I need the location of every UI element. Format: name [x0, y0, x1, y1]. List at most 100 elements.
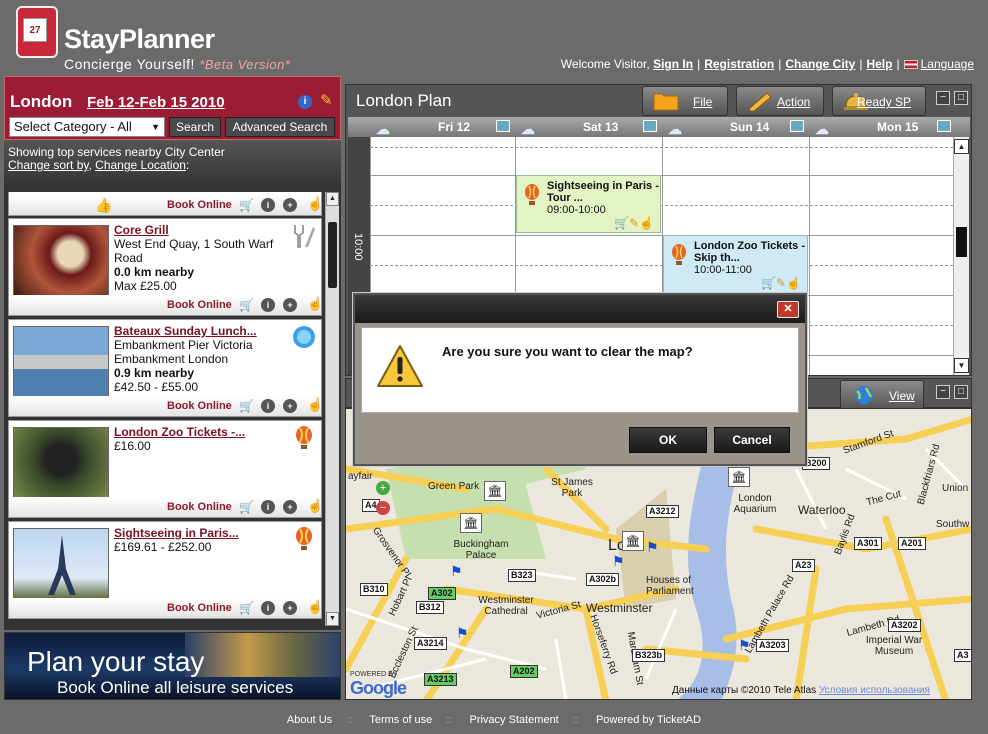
image-icon[interactable]: [937, 120, 951, 132]
add-icon[interactable]: +: [283, 198, 297, 212]
info-icon[interactable]: i: [261, 298, 275, 312]
museum-marker-icon[interactable]: 🏛: [728, 467, 750, 487]
powered-by-link[interactable]: Powered by TicketAD: [596, 714, 701, 726]
hand-pointer-icon[interactable]: ☝: [786, 276, 801, 290]
calendar-scrollbar[interactable]: ▲ ▼: [953, 137, 969, 375]
add-icon[interactable]: +: [283, 601, 297, 615]
listing-scrollbar[interactable]: ▲ ▼: [325, 192, 339, 626]
city-dates-link[interactable]: Feb 12-Feb 15 2010: [87, 94, 225, 111]
zoom-out-icon[interactable]: −: [376, 501, 390, 515]
maximize-icon[interactable]: □: [954, 91, 968, 105]
cart-icon[interactable]: 🛒: [761, 276, 776, 290]
change-city-link[interactable]: Change City: [785, 57, 855, 71]
eiffel-thumbnail[interactable]: [13, 528, 109, 600]
image-icon[interactable]: [496, 120, 510, 132]
flag-marker-icon[interactable]: ⚑: [456, 625, 469, 642]
minimize-icon[interactable]: −: [936, 91, 950, 105]
scroll-thumb[interactable]: [956, 227, 967, 257]
boat-thumbnail[interactable]: [13, 326, 109, 398]
sign-in-link[interactable]: Sign In: [653, 57, 693, 71]
file-button[interactable]: File: [642, 86, 728, 116]
cart-icon[interactable]: 🛒: [239, 199, 254, 211]
promo-banner[interactable]: Plan your stay Book Online all leisure s…: [4, 632, 341, 700]
cart-icon[interactable]: 🛒: [239, 299, 254, 311]
info-icon[interactable]: i: [261, 500, 275, 514]
image-icon[interactable]: [790, 120, 804, 132]
cancel-button[interactable]: Cancel: [714, 427, 790, 453]
about-link[interactable]: About Us: [287, 714, 332, 726]
close-icon[interactable]: ✕: [777, 301, 799, 318]
wine-thumbnail[interactable]: [13, 225, 109, 297]
add-icon[interactable]: +: [283, 298, 297, 312]
flag-marker-icon[interactable]: ⚑: [738, 637, 751, 654]
info-icon[interactable]: i: [298, 95, 312, 109]
scroll-thumb[interactable]: [328, 222, 337, 288]
add-icon[interactable]: +: [283, 399, 297, 413]
cart-icon[interactable]: 🛒: [614, 216, 629, 230]
thumbs-up-icon[interactable]: 👍: [95, 197, 112, 214]
book-online-link[interactable]: Book Online: [167, 400, 232, 412]
hand-pointer-icon[interactable]: ☝: [307, 600, 322, 614]
card-title-link[interactable]: Core Grill: [114, 223, 169, 237]
image-icon[interactable]: [643, 120, 657, 132]
privacy-link[interactable]: Privacy Statement: [469, 714, 558, 726]
day-column[interactable]: [809, 137, 810, 375]
pencil-icon[interactable]: ✎: [776, 276, 786, 290]
museum-marker-icon[interactable]: 🏛: [460, 513, 482, 533]
museum-marker-icon[interactable]: 🏛: [622, 531, 644, 551]
hand-pointer-icon[interactable]: ☝: [307, 197, 322, 211]
pencil-icon[interactable]: ✎: [320, 93, 336, 109]
museum-marker-icon[interactable]: 🏛: [484, 481, 506, 501]
info-icon[interactable]: i: [261, 399, 275, 413]
gorilla-thumbnail[interactable]: [13, 427, 109, 499]
list-item[interactable]: London Zoo Tickets -... £16.00 Book Onli…: [8, 420, 322, 518]
card-title-link[interactable]: Sightseeing in Paris...: [114, 526, 239, 540]
ready-sp-button[interactable]: Ready SP: [832, 86, 926, 116]
list-item[interactable]: Core Grill West End Quay, 1 South Warf R…: [8, 218, 322, 316]
cart-icon[interactable]: 🛒: [239, 501, 254, 513]
flag-marker-icon[interactable]: ⚑: [450, 563, 463, 580]
scroll-up-icon[interactable]: ▲: [326, 192, 339, 206]
registration-link[interactable]: Registration: [704, 57, 774, 71]
pencil-icon[interactable]: ✎: [629, 216, 639, 230]
view-button[interactable]: View: [840, 380, 924, 410]
book-online-link[interactable]: Book Online: [167, 299, 232, 311]
search-button[interactable]: Search: [169, 117, 221, 137]
list-item[interactable]: Sightseeing in Paris... £169.61 - £252.0…: [8, 521, 322, 619]
ok-button[interactable]: OK: [629, 427, 707, 453]
cart-icon[interactable]: 🛒: [239, 602, 254, 614]
help-link[interactable]: Help: [866, 57, 892, 71]
add-icon[interactable]: +: [283, 500, 297, 514]
book-online-link[interactable]: Book Online: [167, 501, 232, 513]
scroll-up-icon[interactable]: ▲: [954, 139, 969, 154]
book-online-link[interactable]: Book Online: [167, 602, 232, 614]
change-location-link[interactable]: Change Location: [95, 158, 186, 172]
book-online-link[interactable]: Book Online: [167, 199, 232, 211]
scroll-down-icon[interactable]: ▼: [326, 612, 339, 626]
hand-pointer-icon[interactable]: ☝: [307, 297, 322, 311]
card-title-link[interactable]: London Zoo Tickets -...: [114, 425, 245, 439]
info-icon[interactable]: i: [261, 198, 275, 212]
scroll-down-icon[interactable]: ▼: [954, 358, 969, 373]
zoom-in-icon[interactable]: +: [376, 481, 390, 495]
maximize-icon[interactable]: □: [954, 385, 968, 399]
list-item[interactable]: Bateaux Sunday Lunch... Embankment Pier …: [8, 319, 322, 417]
dialog-titlebar[interactable]: ✕: [355, 295, 805, 323]
list-item[interactable]: 👍 Book Online 🛒 i + ☝: [8, 192, 322, 216]
calendar-event[interactable]: Sightseeing in Paris - Tour ... 09:00-10…: [516, 175, 661, 233]
info-icon[interactable]: i: [261, 601, 275, 615]
hand-pointer-icon[interactable]: ☝: [307, 499, 322, 513]
flag-marker-icon[interactable]: ⚑: [612, 553, 625, 570]
terms-of-use-link[interactable]: Terms of use: [369, 714, 432, 726]
hand-pointer-icon[interactable]: ☝: [639, 216, 654, 230]
flag-marker-icon[interactable]: ⚑: [646, 539, 659, 556]
hand-pointer-icon[interactable]: ☝: [307, 398, 322, 412]
minimize-icon[interactable]: −: [936, 385, 950, 399]
advanced-search-button[interactable]: Advanced Search: [225, 117, 335, 137]
action-button[interactable]: Action: [736, 86, 824, 116]
card-title-link[interactable]: Bateaux Sunday Lunch...: [114, 324, 257, 338]
calendar-event[interactable]: London Zoo Tickets - Skip th... 10:00-11…: [663, 235, 808, 293]
cart-icon[interactable]: 🛒: [239, 400, 254, 412]
terms-link[interactable]: Условия использования: [819, 685, 930, 696]
language-link[interactable]: Language: [921, 57, 974, 71]
